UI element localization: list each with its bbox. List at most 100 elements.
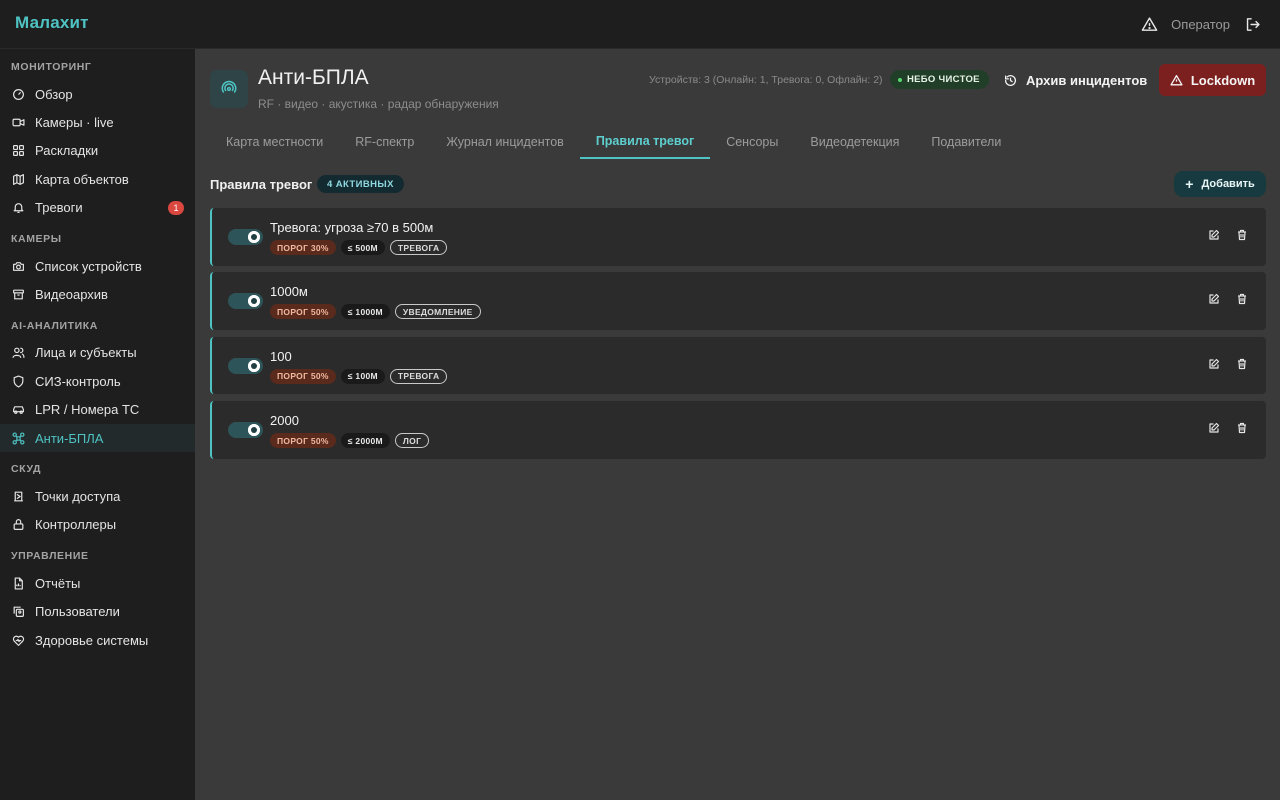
sidebar-item-controllers[interactable]: Контроллеры — [0, 511, 195, 539]
sidebar-item-overview[interactable]: Обзор — [0, 80, 195, 108]
sidebar-item-faces[interactable]: Лица и субъекты — [0, 339, 195, 367]
sidebar-item-alarms[interactable]: Тревоги 1 — [0, 194, 195, 222]
sidebar-item-label: Отчёты — [35, 575, 81, 591]
status-dot — [898, 77, 902, 82]
devices-status: Устройств: 3 (Онлайн: 1, Тревога: 0, Офл… — [649, 74, 883, 86]
delete-icon[interactable] — [1236, 229, 1248, 241]
sidebar-section-management: УПРАВЛЕНИЕ — [11, 550, 89, 563]
rule-actions — [1208, 422, 1248, 434]
sidebar-item-label: Камеры · live — [35, 115, 114, 131]
lockdown-button[interactable]: Lockdown — [1159, 64, 1266, 96]
map-icon — [11, 172, 25, 186]
user-copy-icon — [11, 605, 25, 619]
logout-icon[interactable] — [1242, 15, 1262, 35]
sidebar-item-label: Точки доступа — [35, 488, 121, 504]
rule-card: 1000м ПОРОГ 50% ≤ 1000М УВЕДОМЛЕНИЕ — [210, 272, 1266, 330]
rule-name: 1000м — [270, 284, 308, 300]
rule-enabled-toggle[interactable] — [228, 422, 263, 439]
edit-icon[interactable] — [1208, 293, 1220, 305]
sidebar-item-access-points[interactable]: Точки доступа — [0, 482, 195, 510]
sidebar-item-device-list[interactable]: Список устройств — [0, 252, 195, 280]
module-tabs: Карта местности RF-спектр Журнал инциден… — [210, 125, 1017, 159]
rule-name: 100 — [270, 348, 292, 364]
warning-icon[interactable] — [1139, 15, 1159, 35]
rule-chips: ПОРОГ 30% ≤ 500М ТРЕВОГА — [270, 240, 448, 255]
rules-section-title: Правила тревог — [210, 177, 313, 192]
rule-chips: ПОРОГ 50% ≤ 2000М ЛОГ — [270, 433, 430, 449]
sidebar-item-label: Обзор — [35, 86, 73, 102]
rule-card: 100 ПОРОГ 50% ≤ 100М ТРЕВОГА — [210, 336, 1266, 395]
video-icon — [11, 116, 25, 130]
sidebar-item-users[interactable]: Пользователи — [0, 597, 195, 625]
rule-card: 2000 ПОРОГ 50% ≤ 2000М ЛОГ — [210, 401, 1266, 459]
gauge-icon — [11, 87, 25, 101]
sidebar-item-reports[interactable]: Отчёты — [0, 569, 195, 597]
tab-terrain-map[interactable]: Карта местности — [210, 125, 339, 159]
edit-icon[interactable] — [1208, 358, 1220, 370]
sidebar-item-layouts[interactable]: Раскладки — [0, 137, 195, 165]
current-user[interactable]: Оператор — [1171, 17, 1230, 32]
sidebar-item-lpr[interactable]: LPR / Номера ТС — [0, 396, 195, 424]
toggle-knob — [248, 359, 260, 372]
sidebar-item-label: Анти-БПЛА — [35, 430, 104, 446]
incident-archive-button[interactable]: Архив инцидентов — [1004, 68, 1147, 92]
top-bar: Малахит Оператор — [0, 0, 1280, 49]
page-subtitle: RF · видео · акустика · радар обнаружени… — [258, 97, 499, 111]
users-icon — [11, 346, 25, 360]
rule-enabled-toggle[interactable] — [228, 357, 263, 374]
rule-actions — [1208, 358, 1248, 370]
sidebar-item-video-archive[interactable]: Видеоархив — [0, 280, 195, 308]
alarm-count-badge: 1 — [168, 200, 184, 215]
bell-icon — [11, 201, 25, 215]
rule-actions — [1208, 293, 1248, 305]
rule-name: Тревога: угроза ≥70 в 500м — [270, 220, 434, 235]
sidebar-item-system-health[interactable]: Здоровье системы — [0, 626, 195, 654]
action-chip: ТРЕВОГА — [389, 240, 448, 255]
drone-icon — [11, 431, 25, 445]
rule-chips: ПОРОГ 50% ≤ 1000М УВЕДОМЛЕНИЕ — [270, 304, 481, 320]
rule-enabled-toggle[interactable] — [228, 293, 263, 310]
sidebar-item-object-map[interactable]: Карта объектов — [0, 165, 195, 193]
tab-jammers[interactable]: Подавители — [915, 125, 1017, 159]
tab-rf-spectrum[interactable]: RF-спектр — [339, 125, 430, 159]
lock-icon — [11, 518, 25, 532]
delete-icon[interactable] — [1236, 422, 1248, 434]
toggle-knob — [248, 231, 260, 243]
add-rule-button[interactable]: + Добавить — [1174, 171, 1266, 197]
toggle-knob — [248, 424, 260, 437]
delete-icon[interactable] — [1236, 358, 1248, 370]
toggle-knob — [248, 295, 260, 308]
sky-status-label: НЕБО ЧИСТОЕ — [907, 74, 980, 85]
tab-sensors[interactable]: Сенсоры — [710, 125, 794, 159]
rule-actions — [1208, 229, 1248, 241]
sidebar-section-ai: AI-АНАЛИТИКА — [11, 319, 98, 332]
sidebar-item-label: Раскладки — [35, 143, 99, 159]
sidebar-item-label: Карта объектов — [35, 171, 129, 187]
tab-incident-log[interactable]: Журнал инцидентов — [430, 125, 579, 159]
sidebar-item-label: LPR / Номера ТС — [35, 402, 140, 418]
sidebar-item-anti-uav[interactable]: Анти-БПЛА — [0, 423, 195, 453]
active-rules-badge: 4 АКТИВНЫХ — [317, 175, 404, 193]
sidebar-item-label: Список устройств — [35, 258, 142, 274]
sidebar-item-label: Видеоархив — [35, 287, 108, 303]
anti-uav-module-icon — [210, 70, 248, 108]
top-right-controls: Оператор — [1139, 0, 1262, 49]
delete-icon[interactable] — [1236, 293, 1248, 305]
sidebar-section-access-control: СКУД — [11, 463, 42, 476]
tab-alarm-rules[interactable]: Правила тревог — [579, 125, 711, 159]
edit-icon[interactable] — [1208, 422, 1220, 434]
sidebar-item-ppe-control[interactable]: СИЗ-контроль — [0, 367, 195, 395]
distance-chip: ≤ 500М — [340, 240, 385, 255]
rule-enabled-toggle[interactable] — [228, 229, 263, 245]
alarm-rules-list: Тревога: угроза ≥70 в 500м ПОРОГ 30% ≤ 5… — [210, 208, 1266, 466]
threshold-chip: ПОРОГ 50% — [270, 304, 336, 320]
history-icon — [1004, 74, 1016, 86]
camera-icon — [11, 259, 25, 273]
threshold-chip: ПОРОГ 50% — [270, 368, 336, 384]
edit-icon[interactable] — [1208, 229, 1220, 241]
app-title[interactable]: Малахит — [15, 13, 89, 33]
page-title: Анти-БПЛА — [258, 66, 369, 89]
tab-video-detection[interactable]: Видеодетекция — [794, 125, 915, 159]
sidebar-item-cameras-live[interactable]: Камеры · live — [0, 108, 195, 136]
rule-card: Тревога: угроза ≥70 в 500м ПОРОГ 30% ≤ 5… — [210, 208, 1266, 266]
